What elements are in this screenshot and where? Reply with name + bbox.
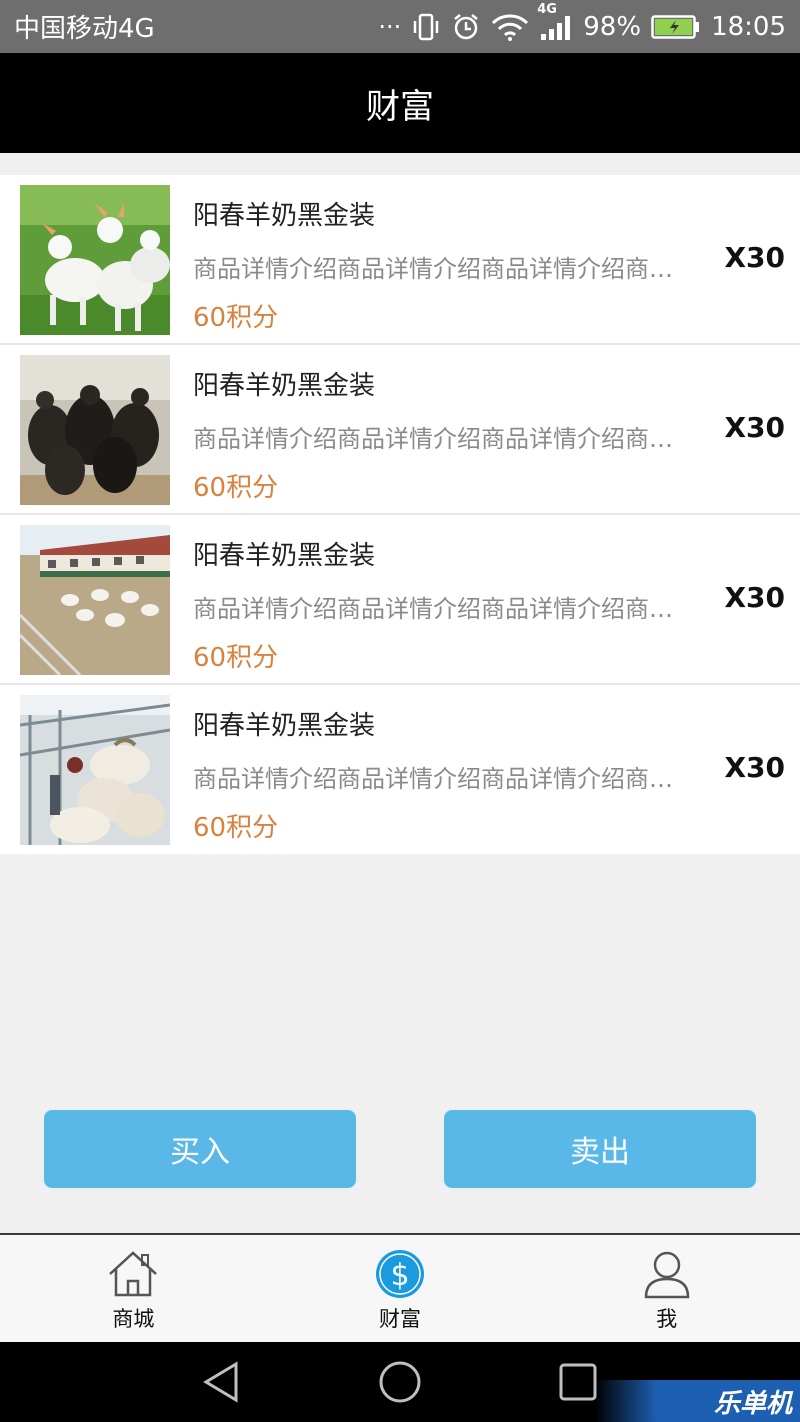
wifi-icon xyxy=(491,12,529,42)
watermark-logo: 乐单机 xyxy=(595,1380,800,1422)
product-image xyxy=(20,695,170,845)
system-nav-bar: 乐单机 xyxy=(0,1342,800,1422)
tab-wealth[interactable]: $ 财富 xyxy=(267,1235,534,1342)
product-quantity: X30 xyxy=(724,241,785,274)
home-button-icon[interactable] xyxy=(378,1360,422,1408)
product-item[interactable]: 阳春羊奶黑金装 商品详情介绍商品详情介绍商品详情介绍商品详情介绍 60积分 X3… xyxy=(0,515,800,685)
product-description: 商品详情介绍商品详情介绍商品详情介绍商品详情介绍 xyxy=(193,425,691,453)
status-bar: 中国移动4G ··· 4G 98% 18:05 xyxy=(0,0,800,53)
product-title: 阳春羊奶黑金装 xyxy=(193,711,376,741)
more-dots: ··· xyxy=(378,12,402,41)
tab-label: 商城 xyxy=(112,1307,155,1331)
product-image xyxy=(20,185,170,335)
title-bar: 财富 xyxy=(0,53,800,153)
bottom-tab-bar: 商城 $ 财富 我 xyxy=(0,1233,800,1342)
product-quantity: X30 xyxy=(724,581,785,614)
home-icon xyxy=(106,1249,160,1303)
sell-button[interactable]: 卖出 xyxy=(444,1110,756,1188)
svg-text:$: $ xyxy=(390,1258,409,1293)
product-title: 阳春羊奶黑金装 xyxy=(193,371,376,401)
product-quantity: X30 xyxy=(724,411,785,444)
product-title: 阳春羊奶黑金装 xyxy=(193,541,376,571)
network-badge: 4G xyxy=(537,1,557,17)
product-description: 商品详情介绍商品详情介绍商品详情介绍商品详情介绍 xyxy=(193,595,691,623)
back-icon[interactable] xyxy=(200,1360,244,1408)
carrier-label: 中国移动4G xyxy=(14,14,155,44)
vibrate-icon xyxy=(411,12,441,42)
battery-percent: 98% xyxy=(583,11,642,42)
product-item[interactable]: 阳春羊奶黑金装 商品详情介绍商品详情介绍商品详情介绍商品详情介绍 60积分 X3… xyxy=(0,345,800,515)
product-list: 阳春羊奶黑金装 商品详情介绍商品详情介绍商品详情介绍商品详情介绍 60积分 X3… xyxy=(0,175,800,854)
tab-label: 我 xyxy=(656,1307,678,1331)
product-quantity: X30 xyxy=(724,751,785,784)
product-points: 60积分 xyxy=(193,643,279,673)
product-title: 阳春羊奶黑金装 xyxy=(193,201,376,231)
clock-time: 18:05 xyxy=(711,11,786,42)
recent-apps-icon[interactable] xyxy=(556,1360,600,1408)
product-item[interactable]: 阳春羊奶黑金装 商品详情介绍商品详情介绍商品详情介绍商品详情介绍 60积分 X3… xyxy=(0,175,800,345)
tab-mall[interactable]: 商城 xyxy=(0,1235,267,1342)
product-description: 商品详情介绍商品详情介绍商品详情介绍商品详情介绍 xyxy=(193,255,691,283)
tab-me[interactable]: 我 xyxy=(533,1235,800,1342)
product-points: 60积分 xyxy=(193,473,279,503)
tab-label: 财富 xyxy=(379,1307,421,1331)
alarm-icon xyxy=(451,12,481,42)
product-image xyxy=(20,525,170,675)
buy-button[interactable]: 买入 xyxy=(44,1110,356,1188)
user-icon xyxy=(642,1249,692,1303)
product-points: 60积分 xyxy=(193,813,279,843)
battery-icon xyxy=(651,14,701,40)
product-image xyxy=(20,355,170,505)
signal-icon: 4G xyxy=(537,2,573,42)
dollar-icon: $ xyxy=(375,1249,425,1303)
product-description: 商品详情介绍商品详情介绍商品详情介绍商品详情介绍 xyxy=(193,765,691,793)
page-title: 财富 xyxy=(366,86,434,127)
product-item[interactable]: 阳春羊奶黑金装 商品详情介绍商品详情介绍商品详情介绍商品详情介绍 60积分 X3… xyxy=(0,685,800,854)
product-points: 60积分 xyxy=(193,303,279,333)
